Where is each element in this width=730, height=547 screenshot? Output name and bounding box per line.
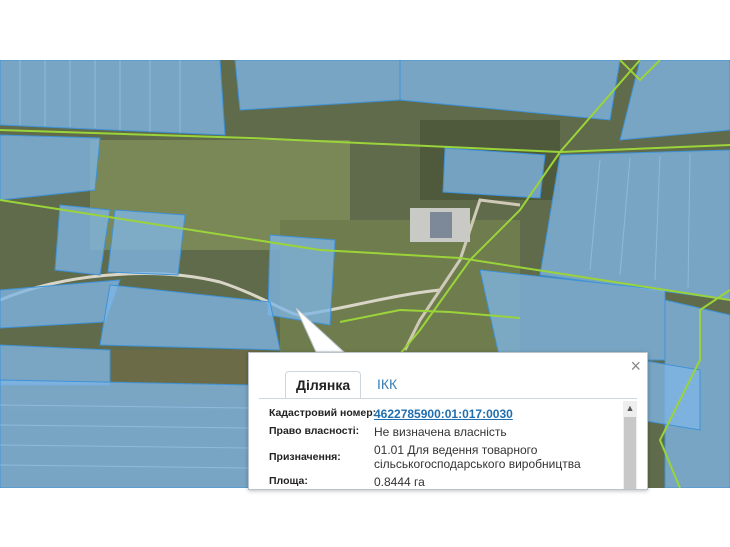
ownership-value: Не визначена власність — [374, 425, 507, 439]
area-value: 0.8444 га — [374, 475, 425, 489]
scroll-up-icon[interactable]: ▲ — [623, 401, 637, 415]
area-label: Площа: — [269, 475, 308, 487]
purpose-value-line2: сільськогосподарського виробництва — [374, 457, 581, 471]
cadastral-number-label: Кадастровий номер: — [269, 407, 377, 419]
parcel-info-popup: × Ділянка ІКК Кадастровий номер: 4622785… — [248, 352, 648, 490]
cadastral-number-link[interactable]: 4622785900:01:017:0030 — [374, 407, 513, 421]
popup-scrollbar[interactable]: ▲ — [623, 401, 637, 489]
popup-pointer — [296, 308, 346, 353]
parcel-details: Кадастровий номер: 4622785900:01:017:003… — [259, 401, 621, 489]
tab-parcel[interactable]: Ділянка — [285, 371, 362, 399]
popup-tabs: Ділянка ІКК — [259, 371, 637, 399]
scroll-thumb[interactable] — [624, 417, 636, 489]
tab-divider — [259, 398, 637, 399]
farm-building-roof — [430, 212, 452, 238]
tab-ikk[interactable]: ІКК — [367, 371, 407, 397]
purpose-value-line1: 01.01 Для ведення товарного — [374, 443, 538, 457]
ownership-label: Право власності: — [269, 425, 360, 437]
purpose-label: Призначення: — [269, 451, 341, 463]
